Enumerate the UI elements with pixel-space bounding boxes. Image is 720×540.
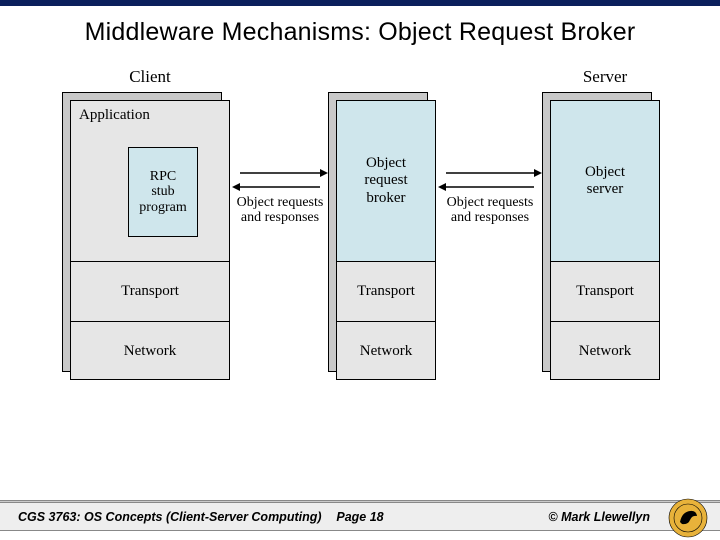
- arrow-right-label: Object requests and responses: [438, 195, 542, 226]
- server-header: Server: [550, 67, 660, 87]
- orb-stack: Object request broker Transport Network: [336, 100, 436, 380]
- client-layer-transport: Transport: [71, 261, 229, 321]
- server-layer-transport: Transport: [551, 261, 659, 321]
- footer-copyright: © Mark Llewellyn: [548, 510, 650, 524]
- rpc-stub-box: RPC stub program: [128, 147, 198, 237]
- server-layer-objserver: Object server: [551, 101, 659, 261]
- orb-layer-network: Network: [337, 321, 435, 381]
- accent-bar: [0, 0, 720, 6]
- orb-layer-transport: Transport: [337, 261, 435, 321]
- server-stack: Object server Transport Network: [550, 100, 660, 380]
- client-layer-network: Network: [71, 321, 229, 381]
- arrow-right: Object requests and responses: [438, 167, 542, 237]
- footer-course: CGS 3763: OS Concepts (Client-Server Com…: [18, 510, 322, 524]
- diagram-stage: Client Application Transport Network RPC…: [0, 67, 720, 447]
- double-arrow-icon: [438, 167, 542, 193]
- slide-title: Middleware Mechanisms: Object Request Br…: [0, 18, 720, 47]
- arrow-left-label: Object requests and responses: [232, 195, 328, 226]
- server-layer-network: Network: [551, 321, 659, 381]
- client-stack: Application Transport Network: [70, 100, 230, 380]
- arrow-left: Object requests and responses: [232, 167, 328, 237]
- client-header: Client: [70, 67, 230, 87]
- double-arrow-icon: [232, 167, 328, 193]
- pegasus-logo-icon: [668, 498, 708, 538]
- orb-layer-broker: Object request broker: [337, 101, 435, 261]
- footer: CGS 3763: OS Concepts (Client-Server Com…: [0, 500, 720, 540]
